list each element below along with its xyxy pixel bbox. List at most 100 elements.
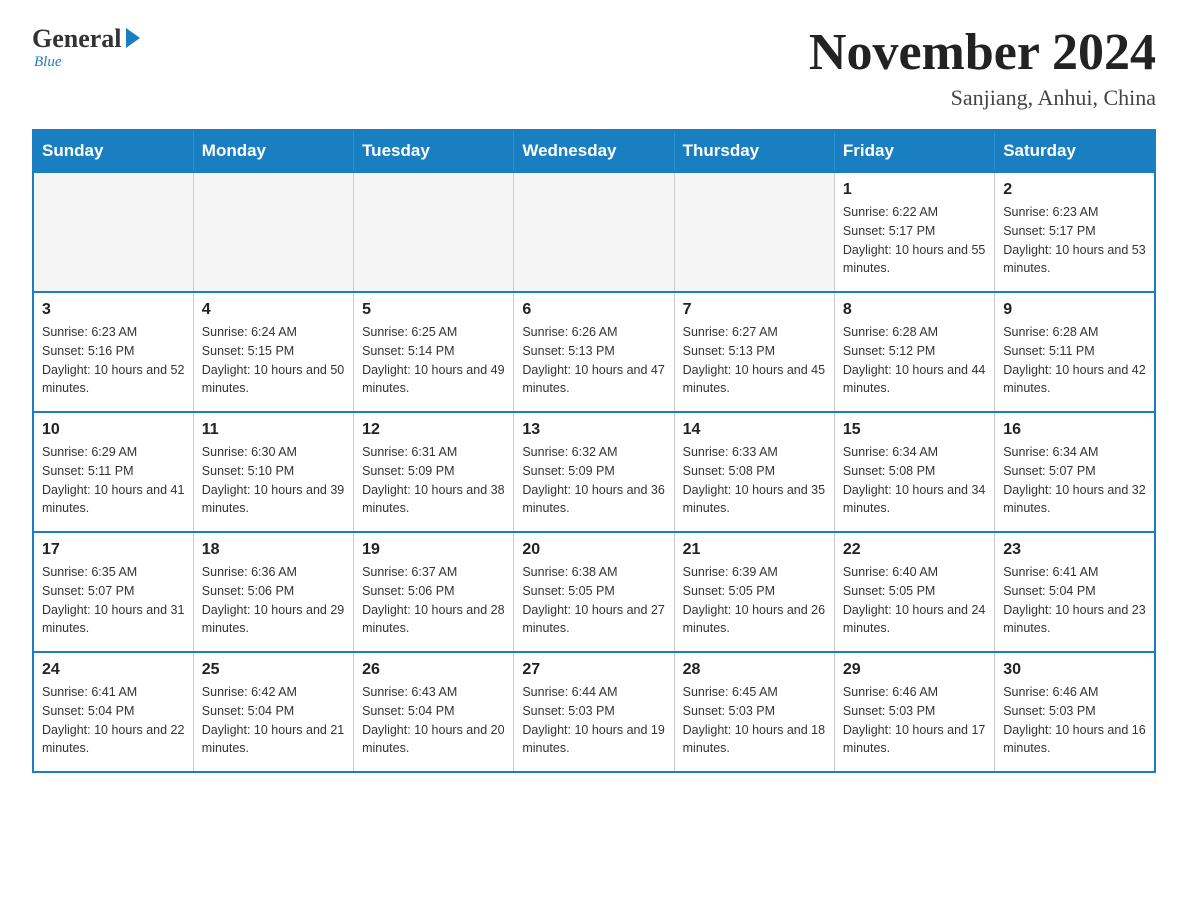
- day-number: 7: [683, 301, 826, 319]
- title-block: November 2024 Sanjiang, Anhui, China: [809, 24, 1156, 111]
- calendar-day-cell: 9 Sunrise: 6:28 AMSunset: 5:11 PMDayligh…: [995, 292, 1155, 412]
- day-number: 18: [202, 541, 345, 559]
- calendar-day-cell: 7 Sunrise: 6:27 AMSunset: 5:13 PMDayligh…: [674, 292, 834, 412]
- day-number: 10: [42, 421, 185, 439]
- day-number: 29: [843, 661, 986, 679]
- calendar-day-cell: 27 Sunrise: 6:44 AMSunset: 5:03 PMDaylig…: [514, 652, 674, 772]
- calendar-day-cell: 20 Sunrise: 6:38 AMSunset: 5:05 PMDaylig…: [514, 532, 674, 652]
- sunrise-info: Sunrise: 6:23 AMSunset: 5:16 PMDaylight:…: [42, 325, 184, 395]
- sunrise-info: Sunrise: 6:36 AMSunset: 5:06 PMDaylight:…: [202, 565, 344, 635]
- calendar-week-row: 24 Sunrise: 6:41 AMSunset: 5:04 PMDaylig…: [33, 652, 1155, 772]
- sunrise-info: Sunrise: 6:38 AMSunset: 5:05 PMDaylight:…: [522, 565, 664, 635]
- calendar-day-cell: 8 Sunrise: 6:28 AMSunset: 5:12 PMDayligh…: [834, 292, 994, 412]
- logo-arrow-icon: [126, 28, 140, 48]
- sunrise-info: Sunrise: 6:31 AMSunset: 5:09 PMDaylight:…: [362, 445, 504, 515]
- calendar-day-cell: 17 Sunrise: 6:35 AMSunset: 5:07 PMDaylig…: [33, 532, 193, 652]
- sunrise-info: Sunrise: 6:46 AMSunset: 5:03 PMDaylight:…: [1003, 685, 1145, 755]
- calendar-day-cell: 30 Sunrise: 6:46 AMSunset: 5:03 PMDaylig…: [995, 652, 1155, 772]
- logo: General Blue: [32, 24, 140, 71]
- calendar-day-cell: 11 Sunrise: 6:30 AMSunset: 5:10 PMDaylig…: [193, 412, 353, 532]
- calendar-day-cell: 28 Sunrise: 6:45 AMSunset: 5:03 PMDaylig…: [674, 652, 834, 772]
- calendar-day-cell: 5 Sunrise: 6:25 AMSunset: 5:14 PMDayligh…: [354, 292, 514, 412]
- sunrise-info: Sunrise: 6:40 AMSunset: 5:05 PMDaylight:…: [843, 565, 985, 635]
- sunrise-info: Sunrise: 6:24 AMSunset: 5:15 PMDaylight:…: [202, 325, 344, 395]
- calendar-week-row: 3 Sunrise: 6:23 AMSunset: 5:16 PMDayligh…: [33, 292, 1155, 412]
- calendar-day-cell: 6 Sunrise: 6:26 AMSunset: 5:13 PMDayligh…: [514, 292, 674, 412]
- calendar-day-cell: 14 Sunrise: 6:33 AMSunset: 5:08 PMDaylig…: [674, 412, 834, 532]
- sunrise-info: Sunrise: 6:44 AMSunset: 5:03 PMDaylight:…: [522, 685, 664, 755]
- day-number: 15: [843, 421, 986, 439]
- day-number: 16: [1003, 421, 1146, 439]
- calendar-day-cell: 4 Sunrise: 6:24 AMSunset: 5:15 PMDayligh…: [193, 292, 353, 412]
- sunrise-info: Sunrise: 6:23 AMSunset: 5:17 PMDaylight:…: [1003, 205, 1145, 275]
- sunrise-info: Sunrise: 6:22 AMSunset: 5:17 PMDaylight:…: [843, 205, 985, 275]
- calendar-day-cell: [674, 172, 834, 292]
- calendar-week-row: 10 Sunrise: 6:29 AMSunset: 5:11 PMDaylig…: [33, 412, 1155, 532]
- calendar-day-cell: [354, 172, 514, 292]
- sunrise-info: Sunrise: 6:42 AMSunset: 5:04 PMDaylight:…: [202, 685, 344, 755]
- calendar-table: SundayMondayTuesdayWednesdayThursdayFrid…: [32, 129, 1156, 773]
- sunrise-info: Sunrise: 6:28 AMSunset: 5:12 PMDaylight:…: [843, 325, 985, 395]
- calendar-day-cell: [33, 172, 193, 292]
- day-of-week-header: Sunday: [33, 130, 193, 172]
- sunrise-info: Sunrise: 6:45 AMSunset: 5:03 PMDaylight:…: [683, 685, 825, 755]
- calendar-day-cell: 25 Sunrise: 6:42 AMSunset: 5:04 PMDaylig…: [193, 652, 353, 772]
- month-title: November 2024: [809, 24, 1156, 81]
- day-of-week-header: Friday: [834, 130, 994, 172]
- day-number: 28: [683, 661, 826, 679]
- day-number: 24: [42, 661, 185, 679]
- day-of-week-header: Saturday: [995, 130, 1155, 172]
- calendar-day-cell: 19 Sunrise: 6:37 AMSunset: 5:06 PMDaylig…: [354, 532, 514, 652]
- sunrise-info: Sunrise: 6:35 AMSunset: 5:07 PMDaylight:…: [42, 565, 184, 635]
- sunrise-info: Sunrise: 6:28 AMSunset: 5:11 PMDaylight:…: [1003, 325, 1145, 395]
- sunrise-info: Sunrise: 6:30 AMSunset: 5:10 PMDaylight:…: [202, 445, 344, 515]
- sunrise-info: Sunrise: 6:25 AMSunset: 5:14 PMDaylight:…: [362, 325, 504, 395]
- calendar-day-cell: 21 Sunrise: 6:39 AMSunset: 5:05 PMDaylig…: [674, 532, 834, 652]
- day-number: 8: [843, 301, 986, 319]
- calendar-day-cell: 3 Sunrise: 6:23 AMSunset: 5:16 PMDayligh…: [33, 292, 193, 412]
- sunrise-info: Sunrise: 6:39 AMSunset: 5:05 PMDaylight:…: [683, 565, 825, 635]
- day-number: 2: [1003, 181, 1146, 199]
- calendar-week-row: 1 Sunrise: 6:22 AMSunset: 5:17 PMDayligh…: [33, 172, 1155, 292]
- sunrise-info: Sunrise: 6:41 AMSunset: 5:04 PMDaylight:…: [1003, 565, 1145, 635]
- day-of-week-header: Wednesday: [514, 130, 674, 172]
- sunrise-info: Sunrise: 6:34 AMSunset: 5:07 PMDaylight:…: [1003, 445, 1145, 515]
- calendar-day-cell: 29 Sunrise: 6:46 AMSunset: 5:03 PMDaylig…: [834, 652, 994, 772]
- day-number: 5: [362, 301, 505, 319]
- sunrise-info: Sunrise: 6:33 AMSunset: 5:08 PMDaylight:…: [683, 445, 825, 515]
- day-number: 25: [202, 661, 345, 679]
- day-number: 19: [362, 541, 505, 559]
- day-number: 9: [1003, 301, 1146, 319]
- calendar-day-cell: 10 Sunrise: 6:29 AMSunset: 5:11 PMDaylig…: [33, 412, 193, 532]
- sunrise-info: Sunrise: 6:37 AMSunset: 5:06 PMDaylight:…: [362, 565, 504, 635]
- calendar-day-cell: 13 Sunrise: 6:32 AMSunset: 5:09 PMDaylig…: [514, 412, 674, 532]
- sunrise-info: Sunrise: 6:26 AMSunset: 5:13 PMDaylight:…: [522, 325, 664, 395]
- sunrise-info: Sunrise: 6:46 AMSunset: 5:03 PMDaylight:…: [843, 685, 985, 755]
- calendar-day-cell: [514, 172, 674, 292]
- day-number: 22: [843, 541, 986, 559]
- calendar-day-cell: 24 Sunrise: 6:41 AMSunset: 5:04 PMDaylig…: [33, 652, 193, 772]
- day-number: 4: [202, 301, 345, 319]
- sunrise-info: Sunrise: 6:43 AMSunset: 5:04 PMDaylight:…: [362, 685, 504, 755]
- calendar-day-cell: 12 Sunrise: 6:31 AMSunset: 5:09 PMDaylig…: [354, 412, 514, 532]
- calendar-day-cell: 16 Sunrise: 6:34 AMSunset: 5:07 PMDaylig…: [995, 412, 1155, 532]
- location-title: Sanjiang, Anhui, China: [809, 85, 1156, 111]
- day-number: 14: [683, 421, 826, 439]
- sunrise-info: Sunrise: 6:29 AMSunset: 5:11 PMDaylight:…: [42, 445, 184, 515]
- day-number: 13: [522, 421, 665, 439]
- day-number: 11: [202, 421, 345, 439]
- calendar-week-row: 17 Sunrise: 6:35 AMSunset: 5:07 PMDaylig…: [33, 532, 1155, 652]
- day-number: 17: [42, 541, 185, 559]
- day-number: 23: [1003, 541, 1146, 559]
- day-number: 3: [42, 301, 185, 319]
- day-number: 6: [522, 301, 665, 319]
- sunrise-info: Sunrise: 6:41 AMSunset: 5:04 PMDaylight:…: [42, 685, 184, 755]
- calendar-day-cell: 15 Sunrise: 6:34 AMSunset: 5:08 PMDaylig…: [834, 412, 994, 532]
- day-number: 12: [362, 421, 505, 439]
- day-number: 1: [843, 181, 986, 199]
- calendar-day-cell: 22 Sunrise: 6:40 AMSunset: 5:05 PMDaylig…: [834, 532, 994, 652]
- calendar-day-cell: 18 Sunrise: 6:36 AMSunset: 5:06 PMDaylig…: [193, 532, 353, 652]
- day-number: 30: [1003, 661, 1146, 679]
- day-number: 27: [522, 661, 665, 679]
- calendar-day-cell: 26 Sunrise: 6:43 AMSunset: 5:04 PMDaylig…: [354, 652, 514, 772]
